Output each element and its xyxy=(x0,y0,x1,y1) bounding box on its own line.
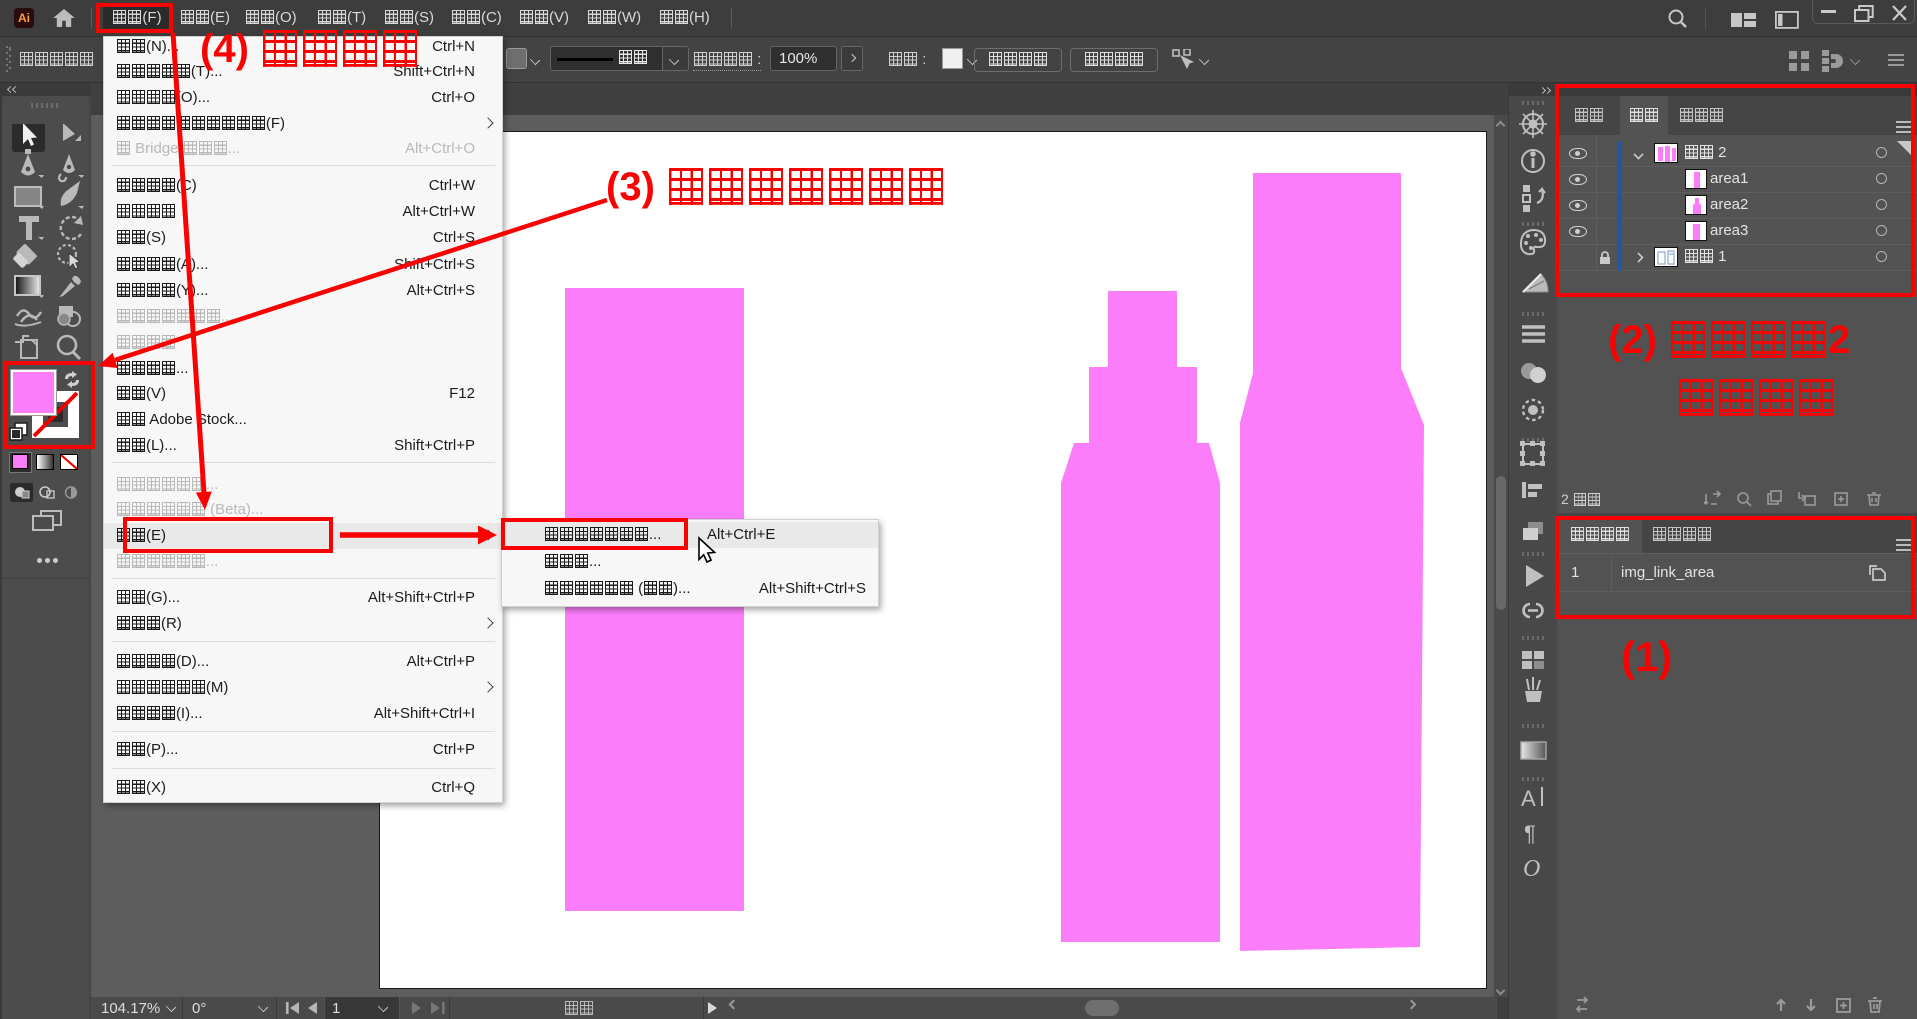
svg-text:¶: ¶ xyxy=(1524,821,1536,846)
svg-text:A: A xyxy=(1521,786,1536,811)
svg-text:O: O xyxy=(1523,856,1540,882)
